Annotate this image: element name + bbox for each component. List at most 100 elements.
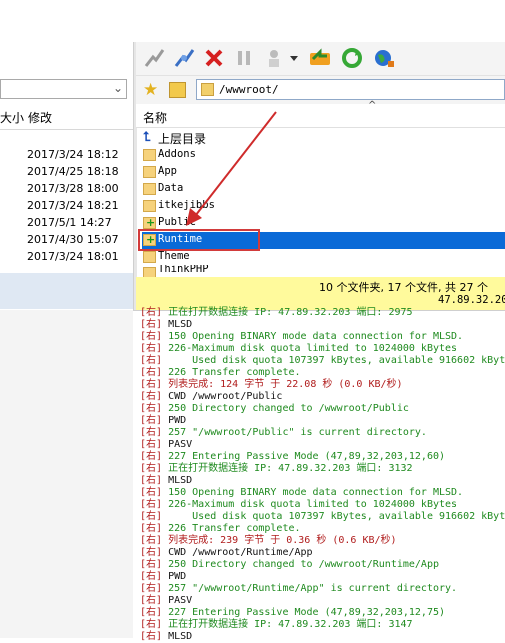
column-size-header[interactable]: 大小 (0, 109, 24, 126)
local-file-date[interactable]: 2017/3/24 18:21 (27, 199, 119, 212)
log-line-text: MLSD (162, 631, 193, 642)
log-line-text: Used disk quota 107397 kBytes, available… (162, 511, 505, 522)
annotation-arrow (186, 111, 277, 226)
log-line: [右] PWD (140, 415, 186, 427)
log-line-text: PASV (162, 439, 193, 450)
dropdown-icon[interactable] (287, 46, 301, 70)
log-line: [右] 257 "/wwwroot/Public" is current dir… (140, 427, 427, 439)
local-file-date[interactable]: 2017/5/1 14:27 (27, 216, 112, 229)
log-line-tag: [右] (140, 607, 163, 618)
local-file-date[interactable]: 2017/3/24 18:12 (27, 148, 119, 161)
disconnect-icon[interactable] (172, 46, 196, 70)
local-list-header: 大小 修改 (0, 105, 133, 130)
log-line: [右] MLSD (140, 319, 192, 331)
log-line-tag: [右] (140, 439, 163, 450)
log-line: [右] MLSD (140, 631, 192, 643)
log-line-text: MLSD (162, 319, 193, 330)
log-line-text: 226 Transfer complete. (162, 523, 301, 534)
log-line-tag: [右] (140, 355, 163, 366)
log-line: [右] 227 Entering Passive Mode (47,89,32,… (140, 607, 445, 619)
log-line: [右] 226-Maximum disk quota limited to 10… (140, 499, 457, 511)
log-line-tag: [右] (140, 391, 163, 402)
log-line: [右] PWD (140, 571, 186, 583)
log-line-tag: [右] (140, 331, 163, 342)
log-line-tag: [右] (140, 367, 163, 378)
local-path-dropdown[interactable]: ⌄ (0, 79, 127, 99)
log-line-tag: [右] (140, 403, 163, 414)
log-line-text: 正在打开数据连接 IP: 47.89.32.203 端口: 3132 (162, 463, 413, 474)
folder-icon (143, 183, 156, 195)
transfer-icon[interactable] (262, 46, 286, 70)
log-line-text: 150 Opening BINARY mode data connection … (162, 487, 464, 498)
log-line-tag: [右] (140, 319, 163, 330)
log-line-tag: [右] (140, 523, 163, 534)
sync-icon[interactable] (308, 46, 332, 70)
status-summary: 10 个文件夹, 17 个文件, 共 27 个 (319, 281, 488, 294)
chevron-down-icon[interactable]: ⌄ (113, 81, 123, 95)
log-line: [右] Used disk quota 107397 kBytes, avail… (140, 511, 505, 523)
log-line: [右] CWD /wwwroot/Runtime/App (140, 547, 313, 559)
local-file-date[interactable]: 2017/4/25 18:18 (27, 165, 119, 178)
log-line: [右] 226 Transfer complete. (140, 523, 301, 535)
log-line: [右] MLSD (140, 475, 192, 487)
log-line-tag: [右] (140, 595, 163, 606)
folder-icon (143, 149, 156, 161)
local-file-date[interactable]: 2017/3/24 18:01 (27, 250, 119, 263)
item-label: Theme (158, 250, 190, 262)
log-line-text: Used disk quota 107397 kBytes, available… (162, 355, 505, 366)
stop-icon[interactable] (202, 46, 226, 70)
remote-toolbar (136, 42, 505, 76)
log-line: [右] 227 Entering Passive Mode (47,89,32,… (140, 451, 445, 463)
log-line-tag: [右] (140, 427, 163, 438)
log-line-tag: [右] (140, 463, 163, 474)
log-gutter (0, 310, 133, 638)
log-line: [右] 250 Directory changed to /wwwroot/Pu… (140, 403, 409, 415)
log-line-text: 227 Entering Passive Mode (47,89,32,203,… (162, 451, 446, 462)
log-line-tag: [右] (140, 583, 163, 594)
log-line-text: 150 Opening BINARY mode data connection … (162, 331, 464, 342)
log-line-text: CWD /wwwroot/Public (162, 391, 283, 402)
list-item[interactable]: Theme (142, 249, 505, 266)
log-line-tag: [右] (140, 571, 163, 582)
log-line-text: 250 Directory changed to /wwwroot/Public (162, 403, 409, 414)
remote-path-text: /wwwroot/ (219, 83, 279, 96)
log-line-tag: [右] (140, 487, 163, 498)
log-line: [右] 正在打开数据连接 IP: 47.89.32.203 端口: 3132 (140, 463, 413, 475)
log-line-tag: [右] (140, 307, 163, 318)
folder-icon (143, 166, 156, 178)
pause-icon[interactable] (232, 46, 256, 70)
log-line-tag: [右] (140, 451, 163, 462)
parent-folder-icon[interactable] (169, 82, 186, 98)
log-line-text: 226-Maximum disk quota limited to 102400… (162, 499, 458, 510)
column-modified-header[interactable]: 修改 (28, 109, 52, 126)
connect-icon[interactable] (142, 46, 166, 70)
log-line-tag: [右] (140, 379, 163, 390)
log-line-tag: [右] (140, 535, 163, 546)
column-name-header[interactable]: 名称 (143, 109, 167, 126)
log-line-tag: [右] (140, 511, 163, 522)
list-item[interactable]: ThinkPHP (142, 265, 505, 277)
local-file-date[interactable]: 2017/3/28 18:00 (27, 182, 119, 195)
log-line: [右] 226-Maximum disk quota limited to 10… (140, 343, 457, 355)
item-label: App (158, 165, 177, 177)
log-line: [右] 150 Opening BINARY mode data connect… (140, 331, 463, 343)
log-line: [右] 列表完成: 239 字节 于 0.36 秒 (0.6 KB/秒) (140, 535, 397, 547)
log-line-text: CWD /wwwroot/Runtime/App (162, 547, 313, 558)
log-line: [右] 257 "/wwwroot/Runtime/App" is curren… (140, 583, 457, 595)
up-arrow-icon: ⮤ (143, 130, 151, 145)
local-file-date[interactable]: 2017/4/30 15:07 (27, 233, 119, 246)
log-line-text: 257 "/wwwroot/Public" is current directo… (162, 427, 427, 438)
remote-path-input[interactable]: /wwwroot/ (196, 79, 505, 100)
log-line-text: PWD (162, 571, 187, 582)
refresh-icon[interactable] (340, 46, 364, 70)
log-line-tag: [右] (140, 475, 163, 486)
log-line-tag: [右] (140, 415, 163, 426)
log-line-text: PASV (162, 595, 193, 606)
sort-arrow-icon: ^ (368, 100, 377, 111)
log-line-tag: [右] (140, 559, 163, 570)
log-line-text: 列表完成: 124 字节 于 22.08 秒 (0.0 KB/秒) (162, 379, 403, 390)
star-icon[interactable]: ★ (143, 80, 158, 100)
globe-icon[interactable] (372, 46, 396, 70)
plus-icon: + (146, 216, 156, 229)
log-line-tag: [右] (140, 631, 163, 642)
